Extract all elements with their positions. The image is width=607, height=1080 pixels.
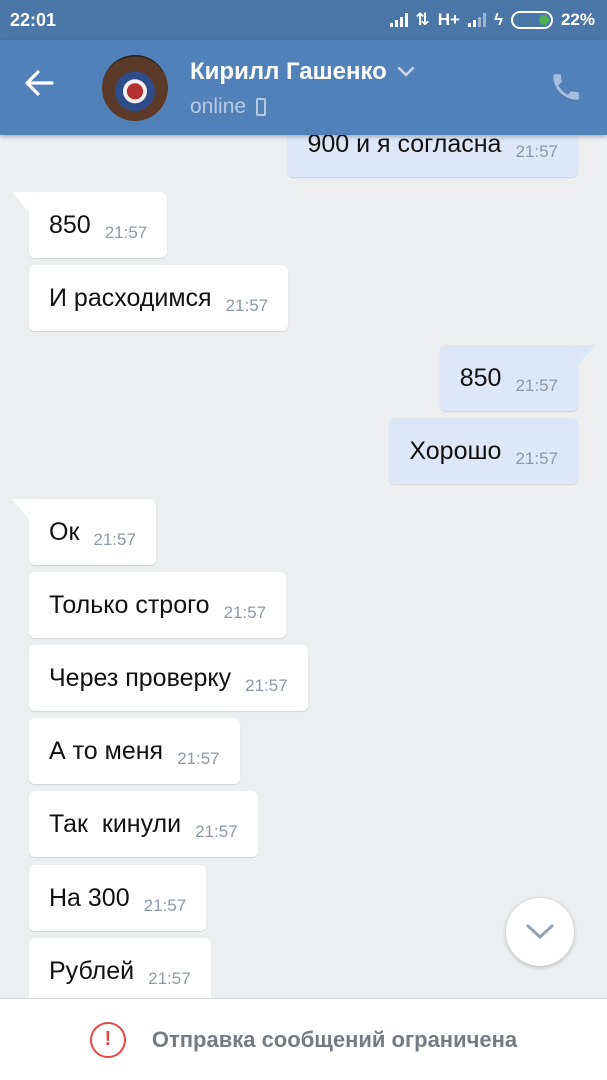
message-text: 900 и я согласна (307, 135, 502, 158)
message-incoming[interactable]: Через проверку 21:57 (29, 645, 308, 711)
status-time: 22:01 (10, 9, 57, 30)
message-text: Только строго (49, 590, 210, 619)
message-time: 21:57 (104, 223, 148, 242)
message-incoming[interactable]: Так кинули 21:57 (29, 791, 258, 857)
message-text: На 300 (49, 883, 130, 912)
data-transfer-icon: ⇅ (415, 10, 430, 29)
message-outgoing[interactable]: 850 21:57 (439, 345, 578, 411)
back-arrow-icon (25, 70, 54, 96)
bubble-tail (575, 345, 595, 369)
message-text: А то меня (49, 736, 164, 765)
charging-icon: ϟ (493, 10, 503, 29)
signal-icon (389, 13, 408, 27)
message-text: Хорошо (409, 436, 502, 465)
status-bar: 22:01 ⇅ H+ ϟ 22% (0, 0, 607, 40)
network-type: H+ (437, 10, 460, 29)
battery-percent: 22% (560, 10, 595, 29)
mobile-device-icon (256, 98, 267, 116)
message-text: 850 (459, 363, 502, 392)
call-button[interactable] (549, 70, 583, 104)
restriction-text: Отправка сообщений ограничена (151, 1026, 518, 1052)
message-incoming[interactable]: На 300 21:57 (29, 865, 207, 931)
avatar[interactable] (102, 55, 168, 121)
message-time: 21:57 (515, 376, 558, 395)
contact-name: Кирилл Гашенко (190, 58, 387, 85)
chevron-down-icon (397, 66, 415, 77)
message-time: 21:57 (223, 603, 267, 622)
message-text: И расходимся (49, 283, 212, 312)
message-outgoing[interactable]: Хорошо 21:57 (389, 418, 578, 484)
message-text: Ок (49, 517, 80, 546)
presence-status: online (190, 95, 267, 119)
message-incoming[interactable]: А то меня 21:57 (29, 718, 240, 784)
back-button[interactable] (22, 66, 70, 110)
message-time: 21:57 (515, 449, 558, 468)
message-time: 21:57 (225, 296, 269, 315)
chat-header: Кирилл Гашенко online (0, 40, 607, 135)
message-incoming[interactable]: И расходимся 21:57 (29, 265, 289, 331)
message-incoming[interactable]: Только строго 21:57 (29, 572, 287, 638)
battery-icon (510, 11, 553, 29)
message-time: 21:57 (93, 530, 136, 549)
status-indicators: ⇅ H+ ϟ 22% (389, 10, 595, 30)
scroll-to-bottom-button[interactable] (506, 898, 574, 966)
message-text: Так кинули (49, 809, 182, 838)
message-time: 21:57 (195, 822, 238, 841)
message-time: 21:57 (245, 676, 288, 695)
message-incoming[interactable]: 850 21:57 (29, 192, 168, 258)
chevron-down-icon (526, 924, 554, 939)
signal-icon-2 (467, 13, 486, 27)
message-time: 21:57 (177, 749, 220, 768)
message-incoming[interactable]: Ок 21:57 (29, 499, 156, 565)
message-time: 21:57 (515, 142, 558, 161)
warning-icon: ! (89, 1021, 126, 1058)
message-time: 21:57 (148, 969, 191, 988)
message-restriction-bar: ! Отправка сообщений ограничена (0, 998, 607, 1080)
message-text: Рублей (49, 956, 135, 985)
contact-name-row[interactable]: Кирилл Гашенко (190, 58, 415, 86)
message-text: 850 (49, 210, 91, 239)
phone-call-icon (553, 74, 579, 100)
message-outgoing[interactable]: 900 и я согласна 21:57 (287, 135, 578, 177)
message-incoming[interactable]: Рублей 21:57 (29, 938, 211, 998)
message-time: 21:57 (143, 896, 187, 915)
presence-text: online (190, 95, 247, 118)
message-text: Через проверку (49, 663, 232, 692)
message-list[interactable]: 900 и я согласна 21:57 850 21:57 И расхо… (0, 135, 607, 998)
